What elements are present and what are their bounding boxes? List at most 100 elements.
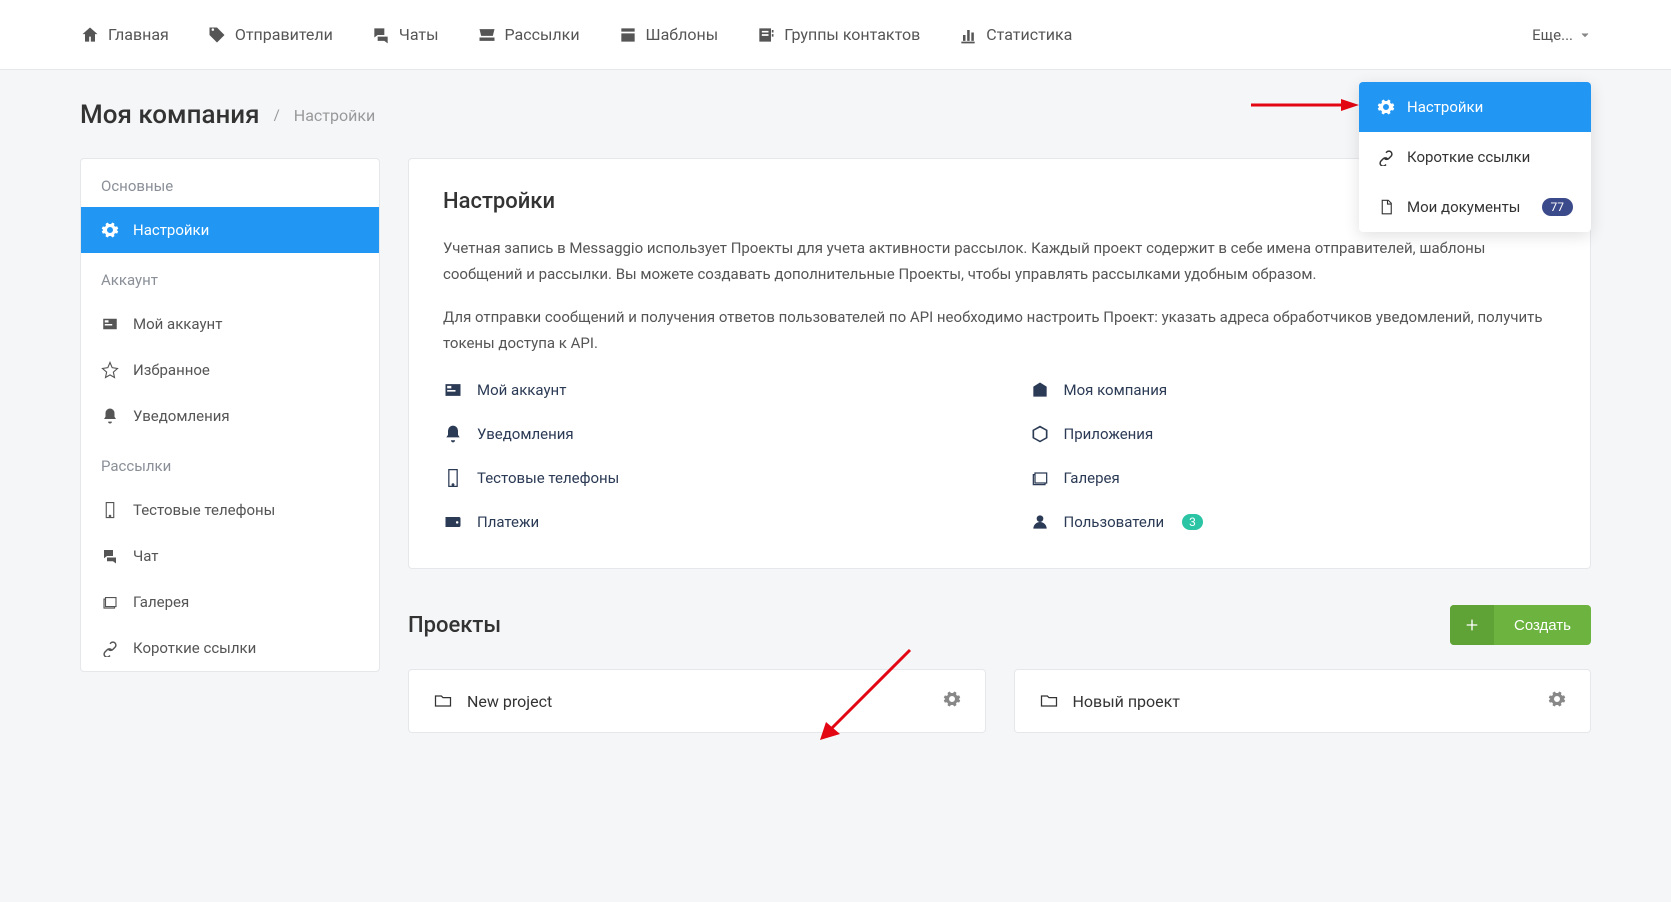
link-payments[interactable]: Платежи — [443, 506, 970, 538]
link-gallery[interactable]: Галерея — [1030, 462, 1557, 494]
link-label: Приложения — [1064, 425, 1154, 443]
nav-senders-label: Отправители — [235, 25, 333, 44]
users-count-badge: 3 — [1182, 514, 1203, 530]
images-icon — [101, 593, 119, 611]
link-label: Пользователи — [1064, 513, 1165, 531]
link-my-account[interactable]: Мой аккаунт — [443, 374, 970, 406]
project-settings-button[interactable] — [943, 690, 961, 712]
nav-senders[interactable]: Отправители — [207, 25, 333, 45]
nav-more[interactable]: Еще... — [1532, 26, 1591, 44]
home-icon — [80, 25, 100, 45]
link-notifications[interactable]: Уведомления — [443, 418, 970, 450]
main-content: Настройки Учетная запись в Messaggio исп… — [408, 158, 1591, 733]
link-label: Тестовые телефоны — [477, 469, 619, 487]
sidebar-item-label: Галерея — [133, 593, 189, 611]
sidebar-section-main: Основные — [81, 159, 379, 207]
project-settings-button[interactable] — [1548, 690, 1566, 712]
gear-icon — [1377, 98, 1395, 116]
sidebar-item-links[interactable]: Короткие ссылки — [81, 625, 379, 671]
dropdown-item-settings[interactable]: Настройки — [1359, 82, 1591, 132]
nav-home[interactable]: Главная — [80, 25, 169, 45]
create-project-button[interactable]: Создать — [1450, 605, 1591, 645]
sidebar-item-label: Уведомления — [133, 407, 230, 425]
sidebar-item-settings[interactable]: Настройки — [81, 207, 379, 253]
chevron-down-icon — [1579, 29, 1591, 41]
documents-count-badge: 77 — [1542, 198, 1574, 216]
project-card[interactable]: New project — [408, 669, 986, 733]
nav-templates[interactable]: Шаблоны — [618, 25, 719, 45]
link-users[interactable]: Пользователи 3 — [1030, 506, 1557, 538]
more-dropdown: Настройки Короткие ссылки Мои документы7… — [1359, 82, 1591, 232]
tag-icon — [207, 25, 227, 45]
nav-contacts-label: Группы контактов — [784, 25, 920, 44]
breadcrumb-current: Настройки — [294, 106, 375, 125]
document-icon — [1377, 198, 1395, 216]
sidebar-item-phones[interactable]: Тестовые телефоны — [81, 487, 379, 533]
nav-contacts[interactable]: Группы контактов — [756, 25, 920, 45]
link-icon — [101, 639, 119, 657]
nav-more-label: Еще... — [1532, 26, 1573, 44]
template-icon — [618, 25, 638, 45]
sidebar-item-label: Чат — [133, 547, 159, 565]
link-label: Уведомления — [477, 425, 574, 443]
sidebar-item-label: Настройки — [133, 221, 209, 239]
nav-mailings[interactable]: Рассылки — [477, 25, 580, 45]
sidebar-item-account[interactable]: Мой аккаунт — [81, 301, 379, 347]
gear-icon — [943, 690, 961, 708]
nav-stats-label: Статистика — [986, 25, 1072, 44]
cube-icon — [1030, 424, 1050, 444]
link-apps[interactable]: Приложения — [1030, 418, 1557, 450]
nav-stats[interactable]: Статистика — [958, 25, 1072, 45]
breadcrumb-company[interactable]: Моя компания — [80, 100, 260, 130]
card-icon — [443, 380, 463, 400]
chat-icon — [101, 547, 119, 565]
sidebar-item-gallery[interactable]: Галерея — [81, 579, 379, 625]
sidebar-item-chat[interactable]: Чат — [81, 533, 379, 579]
folder-icon — [433, 691, 453, 711]
sidebar-item-favorites[interactable]: Избранное — [81, 347, 379, 393]
dropdown-item-short-links[interactable]: Короткие ссылки — [1359, 132, 1591, 182]
dropdown-label: Короткие ссылки — [1407, 148, 1530, 166]
gear-icon — [1548, 690, 1566, 708]
link-company[interactable]: Моя компания — [1030, 374, 1557, 406]
link-label: Мой аккаунт — [477, 381, 566, 399]
building-icon — [1030, 380, 1050, 400]
sidebar-section-account: Аккаунт — [81, 253, 379, 301]
card-icon — [101, 315, 119, 333]
project-name: New project — [467, 692, 552, 711]
top-nav: Главная Отправители Чаты Рассылки Шаблон… — [0, 0, 1671, 70]
bell-icon — [443, 424, 463, 444]
nav-chats[interactable]: Чаты — [371, 25, 439, 45]
link-phones[interactable]: Тестовые телефоны — [443, 462, 970, 494]
stats-icon — [958, 25, 978, 45]
images-icon — [1030, 468, 1050, 488]
nav-mailings-label: Рассылки — [505, 25, 580, 44]
sidebar-item-notifications[interactable]: Уведомления — [81, 393, 379, 439]
link-label: Платежи — [477, 513, 539, 531]
star-icon — [101, 361, 119, 379]
link-icon — [1377, 148, 1395, 166]
dropdown-item-documents[interactable]: Мои документы77 — [1359, 182, 1591, 232]
sidebar-item-label: Избранное — [133, 361, 210, 379]
gear-icon — [101, 221, 119, 239]
project-card[interactable]: Новый проект — [1014, 669, 1592, 733]
link-label: Галерея — [1064, 469, 1120, 487]
create-label: Создать — [1494, 617, 1591, 634]
plus-icon — [1450, 605, 1494, 645]
sidebar-item-label: Короткие ссылки — [133, 639, 256, 657]
tray-icon — [477, 25, 497, 45]
phone-icon — [101, 501, 119, 519]
breadcrumb-separator: / — [274, 106, 280, 124]
wallet-icon — [443, 512, 463, 532]
sidebar: Основные Настройки Аккаунт Мой аккаунт И… — [80, 158, 380, 672]
sidebar-item-label: Тестовые телефоны — [133, 501, 275, 519]
projects-header: Проекты Создать — [408, 605, 1591, 645]
project-name: Новый проект — [1073, 692, 1180, 711]
phone-icon — [443, 468, 463, 488]
dropdown-label: Настройки — [1407, 98, 1483, 116]
sidebar-section-mailings: Рассылки — [81, 439, 379, 487]
contacts-icon — [756, 25, 776, 45]
projects-title: Проекты — [408, 613, 501, 638]
settings-description-1: Учетная запись в Messaggio использует Пр… — [443, 236, 1556, 287]
settings-description-2: Для отправки сообщений и получения ответ… — [443, 305, 1556, 356]
